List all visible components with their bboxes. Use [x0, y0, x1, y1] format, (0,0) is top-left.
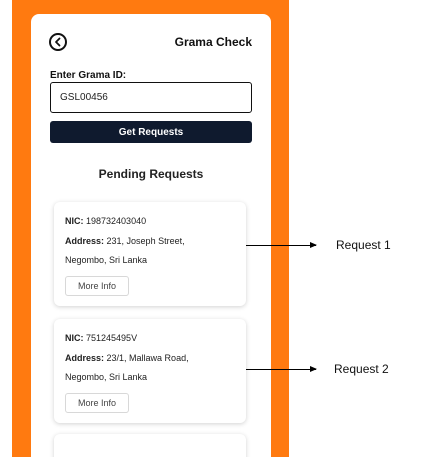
- annotation-arrow: [246, 366, 317, 372]
- grama-id-label: Enter Grama ID:: [50, 70, 127, 81]
- request-nic: NIC: 751245495V: [65, 333, 138, 343]
- annotation-label: Request 1: [336, 238, 391, 252]
- annotation-arrow: [246, 242, 317, 248]
- more-info-button[interactable]: More Info: [65, 276, 129, 296]
- request-card: NIC: 198732403040 Address: 231, Joseph S…: [54, 202, 246, 306]
- request-card: [54, 434, 246, 457]
- back-arrow-icon: [55, 37, 61, 47]
- request-address: Address: 23/1, Mallawa Road,: [65, 353, 189, 363]
- app-screen: Grama Check Enter Grama ID: Get Requests…: [31, 14, 271, 457]
- request-address-line2: Negombo, Sri Lanka: [65, 372, 148, 382]
- pending-requests-heading: Pending Requests: [98, 167, 204, 181]
- grama-id-input[interactable]: [50, 82, 252, 113]
- get-requests-button[interactable]: Get Requests: [50, 121, 252, 143]
- request-address: Address: 231, Joseph Street,: [65, 236, 185, 246]
- request-card: NIC: 751245495V Address: 23/1, Mallawa R…: [54, 319, 246, 423]
- request-nic: NIC: 198732403040: [65, 216, 147, 226]
- request-address-line2: Negombo, Sri Lanka: [65, 255, 148, 265]
- back-button[interactable]: [49, 33, 67, 51]
- app-title: Grama Check: [174, 35, 252, 49]
- more-info-button[interactable]: More Info: [65, 393, 129, 413]
- annotation-label: Request 2: [334, 362, 389, 376]
